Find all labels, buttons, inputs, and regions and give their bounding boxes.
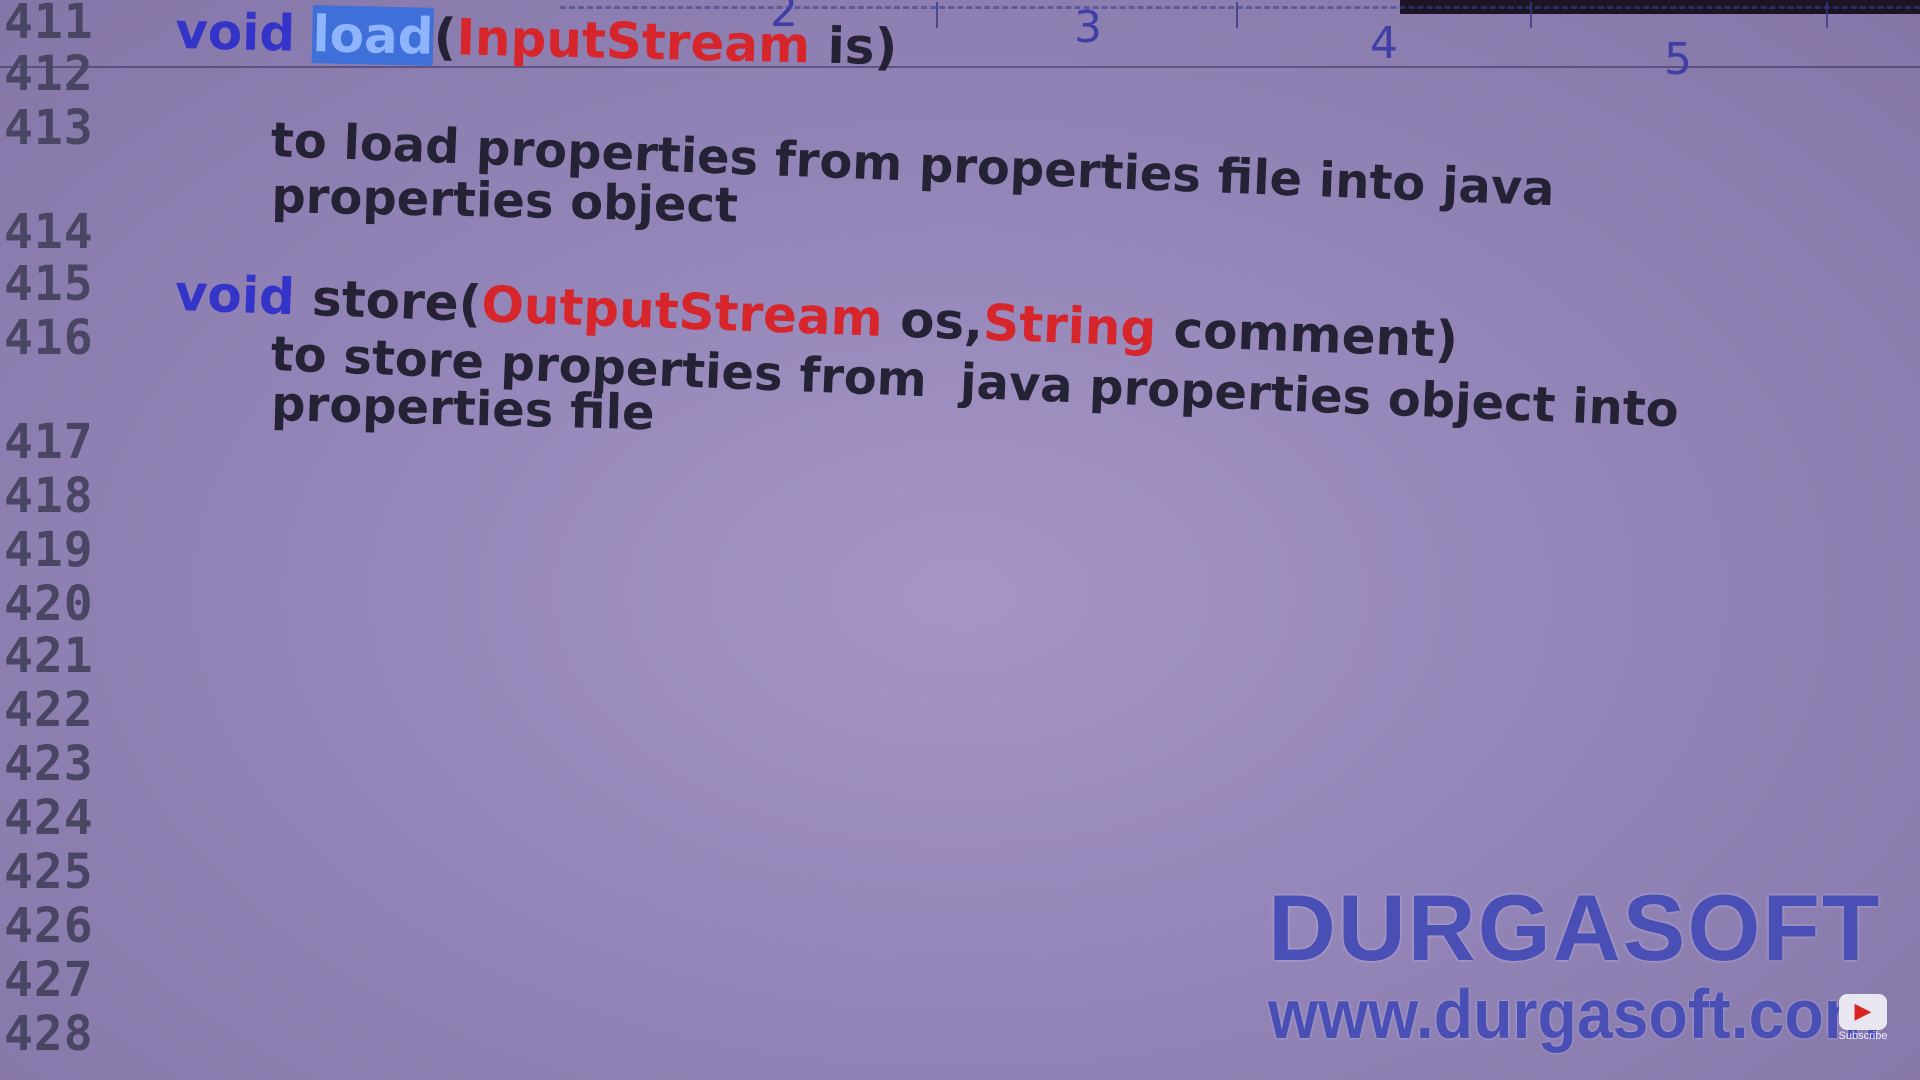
line-number: 426 [4,898,94,954]
line-number: 416 [4,310,94,366]
ruler-label: 5 [1664,34,1692,85]
line-number: 413 [4,100,94,156]
param-name-is: is) [809,16,898,77]
method-name-store: store( [293,268,483,334]
durgasoft-watermark: DURGASOFT www.durgasoft.com [1268,875,1908,1053]
load-description-line2[interactable]: properties object [271,168,739,234]
ruler-dashed-line [560,6,1920,9]
void-keyword: void [173,264,296,327]
paren-open: ( [432,7,458,67]
void-keyword: void [174,2,296,63]
line-number: 420 [4,576,94,632]
ruler-tick [1236,2,1238,28]
line-number: 425 [4,844,94,900]
line-number: 421 [4,628,94,684]
selected-text-load[interactable]: load [311,5,435,66]
param-type-string: String [982,293,1158,358]
ruler-tick [1826,2,1828,28]
ruler-label: 4 [1370,18,1398,69]
line-number: 417 [4,414,94,470]
ruler-tick [1530,2,1532,28]
line-number: 422 [4,682,94,738]
line-number: 412 [4,46,94,102]
brand-url: www.durgasoft.com [1268,975,1882,1053]
line-number: 418 [4,468,94,524]
line-number: 415 [4,256,94,312]
play-icon: ▶ [1839,994,1887,1030]
line-number: 411 [4,0,94,50]
line-number-gutter: 411 412 413 414 415 416 417 418 419 420 … [0,0,150,1080]
line-number: 427 [4,952,94,1008]
subscribe-button[interactable]: ▶ Subscribe [1832,994,1894,1056]
param-name-comment: comment) [1155,299,1459,370]
subscribe-label: Subscribe [1838,1030,1888,1042]
ruler-label: 3 [1074,2,1102,53]
line-number: 419 [4,522,94,578]
store-description-line2[interactable]: properties file [271,376,656,441]
brand-name: DURGASOFT [1268,875,1882,980]
param-name-os: os, [881,289,985,352]
line-number: 428 [4,1006,94,1062]
param-type-inputstream: InputStream [455,8,811,75]
ruler-tick [936,2,938,28]
line-number: 423 [4,736,94,792]
line-number: 414 [4,204,94,260]
line-number: 424 [4,790,94,846]
